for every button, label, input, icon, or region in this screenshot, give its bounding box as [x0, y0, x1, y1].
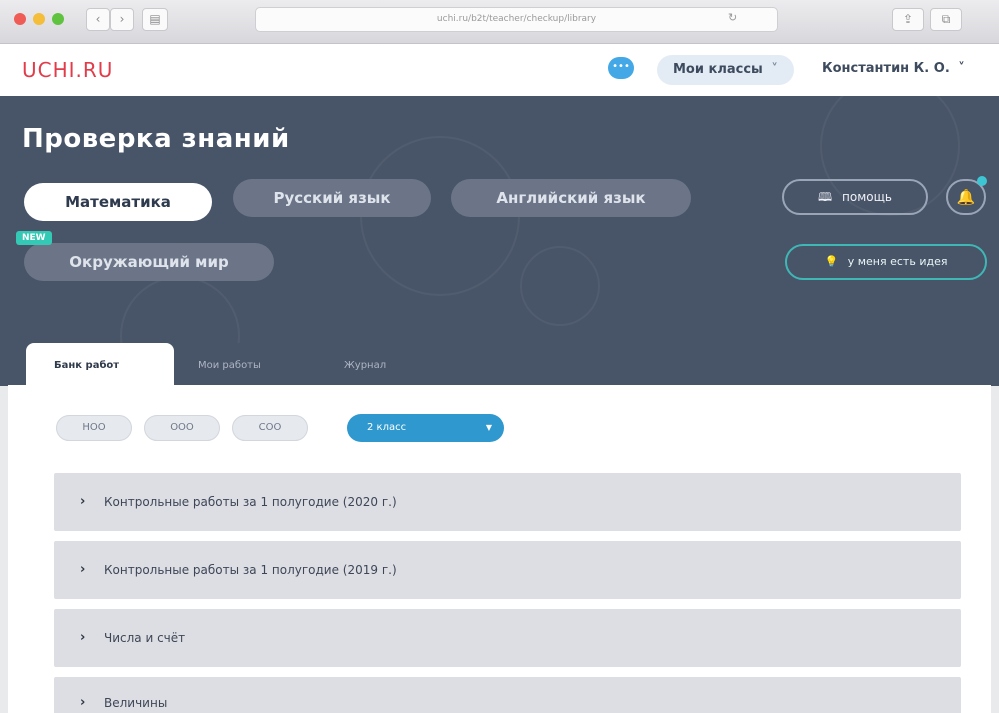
my-classes-dropdown[interactable]: Мои классы ˅ — [657, 55, 794, 85]
chat-icon[interactable]: ••• — [608, 57, 634, 79]
idea-button[interactable]: 💡 у меня есть идея — [785, 244, 987, 280]
app-header: UCHI.RU ••• Мои классы ˅ Константин К. О… — [0, 44, 999, 96]
tabs-overview-icon[interactable]: ⧉ — [930, 8, 962, 31]
my-classes-label: Мои классы — [673, 62, 763, 77]
level-chip-noo[interactable]: НОО — [56, 415, 132, 441]
notification-dot — [977, 176, 987, 186]
chevron-right-icon: › — [80, 695, 86, 710]
tab-work-bank[interactable]: Банк работ — [26, 343, 174, 385]
level-chip-soo[interactable]: СОО — [232, 415, 308, 441]
chevron-right-icon: › — [80, 494, 86, 509]
chevron-right-icon: › — [80, 630, 86, 645]
zoom-window-button[interactable] — [52, 13, 64, 25]
level-chip-ooo[interactable]: ООО — [144, 415, 220, 441]
page-title: Проверка знаний — [22, 124, 290, 154]
background-decoration — [520, 246, 600, 326]
subject-tab-english[interactable]: Английский язык — [451, 179, 691, 217]
address-bar[interactable]: uchi.ru/b2t/teacher/checkup/library — [255, 7, 778, 32]
chevron-down-icon: ▼ — [485, 423, 492, 432]
grade-value: 2 класс — [367, 422, 407, 433]
forward-button[interactable]: › — [110, 8, 134, 31]
subject-tab-world[interactable]: Окружающий мир — [24, 243, 274, 281]
subject-tab-math[interactable]: Математика — [24, 183, 212, 221]
close-window-button[interactable] — [14, 13, 26, 25]
subject-tab-russian[interactable]: Русский язык — [233, 179, 431, 217]
back-button[interactable]: ‹ — [86, 8, 110, 31]
chevron-down-icon: ˅ — [771, 62, 778, 77]
accordion-label: Числа и счёт — [104, 631, 186, 645]
chevron-right-icon: › — [80, 562, 86, 577]
accordion-item[interactable]: › Числа и счёт — [54, 609, 961, 667]
reload-icon[interactable]: ↻ — [728, 11, 744, 27]
chevron-down-icon: ˅ — [958, 61, 965, 76]
minimize-window-button[interactable] — [33, 13, 45, 25]
user-menu[interactable]: Константин К. О. ˅ — [822, 61, 965, 76]
tabs-bar: Банк работ Мои работы Журнал — [8, 343, 991, 385]
lightbulb-icon: 💡 — [824, 255, 839, 268]
help-button[interactable]: 🕮 помощь — [782, 179, 928, 215]
accordion-item[interactable]: › Величины — [54, 677, 961, 713]
book-icon: 🕮 — [818, 190, 833, 204]
accordion-label: Величины — [104, 696, 168, 710]
user-name-label: Константин К. О. — [822, 61, 950, 76]
accordion-label: Контрольные работы за 1 полугодие (2020 … — [104, 495, 397, 509]
tab-journal[interactable]: Журнал — [344, 343, 386, 385]
grade-select[interactable]: 2 класс ▼ — [347, 414, 504, 442]
accordion-label: Контрольные работы за 1 полугодие (2019 … — [104, 563, 397, 577]
help-label: помощь — [842, 190, 892, 204]
accordion-item[interactable]: › Контрольные работы за 1 полугодие (201… — [54, 541, 961, 599]
browser-toolbar: ‹ › ▤ uchi.ru/b2t/teacher/checkup/librar… — [0, 0, 999, 44]
site-logo[interactable]: UCHI.RU — [22, 58, 113, 82]
idea-label: у меня есть идея — [847, 255, 948, 268]
share-icon[interactable]: ⇪ — [892, 8, 924, 31]
sidebar-toggle-icon[interactable]: ▤ — [142, 8, 168, 31]
bell-icon: 🔔 — [956, 188, 976, 206]
tab-my-works[interactable]: Мои работы — [198, 343, 261, 385]
accordion-item[interactable]: › Контрольные работы за 1 полугодие (202… — [54, 473, 961, 531]
new-badge: NEW — [16, 231, 52, 245]
